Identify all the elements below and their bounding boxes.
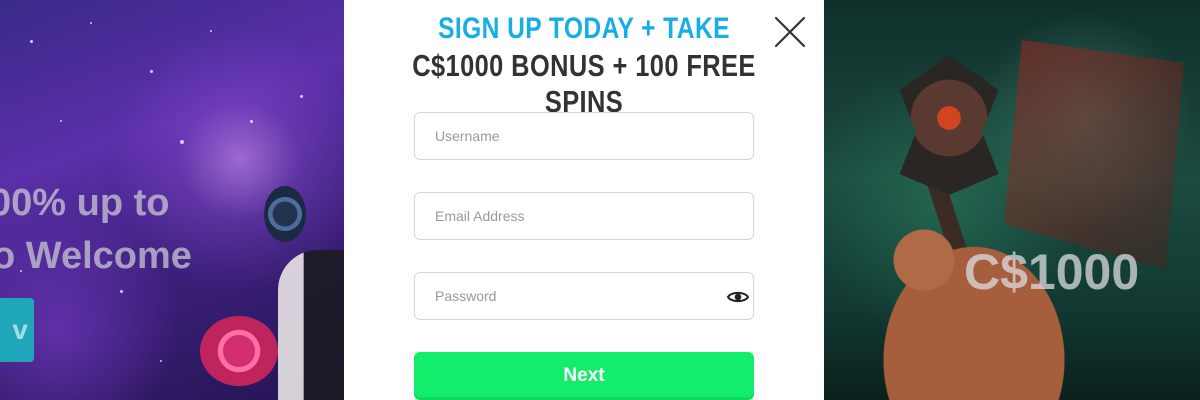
- background-right-promo: C$1000: [824, 0, 1200, 400]
- background-left-promo: 00% up to o Welcome v: [0, 0, 344, 400]
- dealer-figure: [278, 250, 344, 400]
- username-field[interactable]: [414, 112, 754, 160]
- email-input[interactable]: [415, 193, 753, 239]
- next-button[interactable]: Next: [414, 352, 754, 400]
- eye-icon: [726, 291, 750, 303]
- background-promo-line-2: o Welcome: [0, 235, 192, 277]
- password-input[interactable]: [415, 273, 753, 319]
- email-field[interactable]: [414, 192, 754, 240]
- signup-modal: SIGN UP TODAY + TAKE C$1000 BONUS + 100 …: [344, 0, 824, 400]
- background-promo-button: v: [0, 298, 34, 362]
- casino-chip-dark: [264, 186, 306, 242]
- barbarian-figure: [854, 210, 1074, 400]
- password-visibility-toggle[interactable]: [726, 288, 750, 306]
- background-promo-line-1: 00% up to: [0, 182, 170, 224]
- signup-title-line-2: C$1000 BONUS + 100 FREE SPINS: [412, 48, 756, 119]
- username-input[interactable]: [415, 113, 753, 159]
- password-field[interactable]: [414, 272, 754, 320]
- background-promo-amount: C$1000: [964, 244, 1140, 300]
- axe-head: [899, 55, 999, 195]
- signup-title-line-1: SIGN UP TODAY + TAKE: [438, 12, 730, 45]
- casino-chip-red: [200, 316, 278, 386]
